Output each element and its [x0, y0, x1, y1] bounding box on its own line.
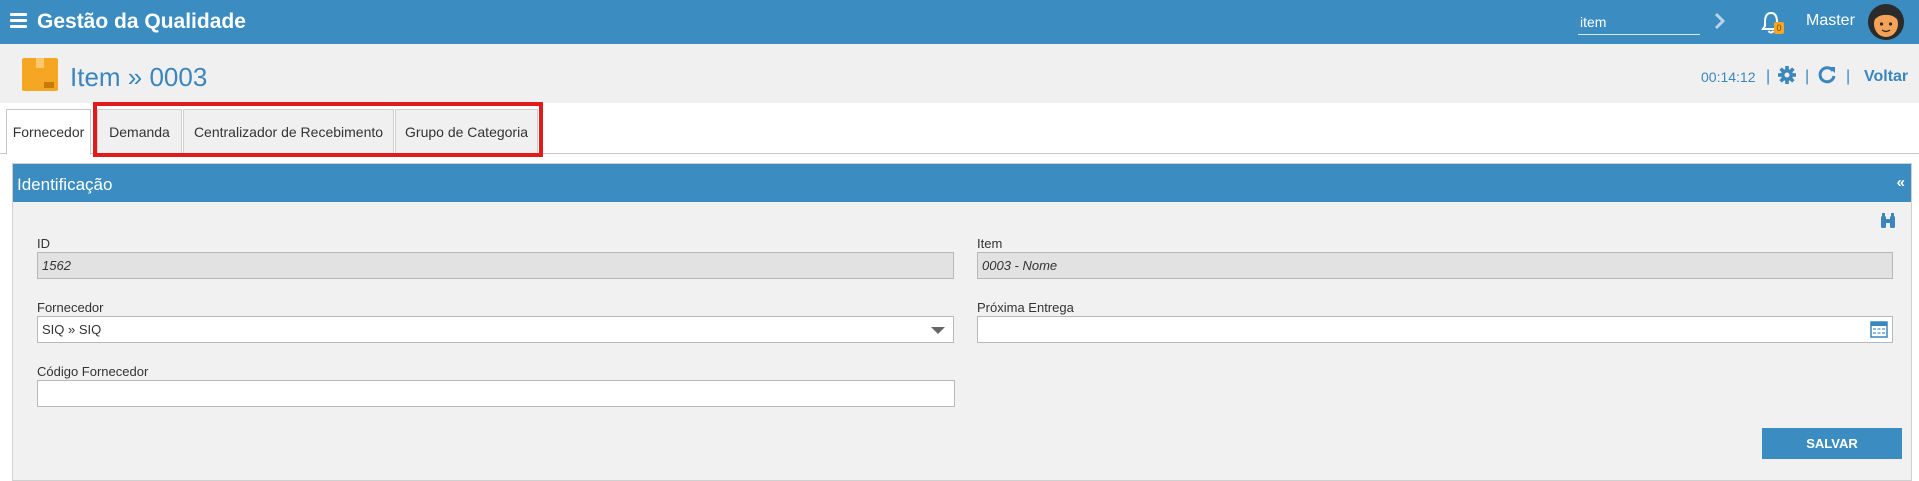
tab-fornecedor[interactable]: Fornecedor	[6, 109, 91, 155]
id-field: 1562	[37, 252, 954, 279]
page-header: Item » 0003 00:14:12 | | | Voltar	[0, 44, 1919, 103]
proxima-entrega-label: Próxima Entrega	[977, 300, 1074, 315]
codigo-fornecedor-input[interactable]	[37, 380, 955, 407]
fornecedor-label: Fornecedor	[37, 300, 104, 315]
calendar-icon[interactable]	[1870, 320, 1888, 338]
box-icon	[22, 56, 58, 92]
page-title: Item » 0003	[70, 62, 208, 92]
id-label: ID	[37, 236, 50, 251]
app-title: Gestão da Qualidade	[37, 10, 246, 33]
binoculars-icon[interactable]	[1879, 212, 1897, 230]
tab-bar: Fornecedor Demanda Centralizador de Rece…	[0, 103, 1919, 155]
notification-badge: 0	[1774, 22, 1784, 34]
panel-title: Identificação	[17, 175, 113, 194]
back-link[interactable]: Voltar	[1864, 68, 1908, 86]
fornecedor-selected-value: SIQ » SIQ	[42, 322, 102, 337]
panel-header: Identificação «	[13, 164, 1911, 202]
refresh-icon[interactable]	[1816, 64, 1838, 86]
collapse-button[interactable]: «	[1897, 174, 1905, 191]
proxima-entrega-field[interactable]	[977, 316, 1893, 343]
session-timer: 00:14:12	[1701, 69, 1756, 85]
divider: |	[1805, 68, 1810, 85]
user-name[interactable]: Master	[1806, 12, 1855, 30]
item-label: Item	[977, 236, 1003, 251]
divider: |	[1846, 68, 1851, 85]
chevron-down-icon	[931, 327, 945, 334]
save-button[interactable]: SALVAR	[1762, 428, 1902, 459]
item-field: 0003 - Nome	[977, 252, 1893, 279]
search-input[interactable]	[1578, 9, 1700, 35]
identificacao-panel: Identificação « ID 1562 Item 0003 - Nome…	[12, 163, 1912, 481]
top-bar: Gestão da Qualidade 0 Master	[0, 0, 1919, 44]
tab-centralizador-de-recebimento[interactable]: Centralizador de Recebimento	[183, 109, 394, 154]
codigo-fornecedor-label: Código Fornecedor	[37, 364, 149, 379]
gear-icon[interactable]	[1776, 64, 1798, 86]
divider: |	[1766, 68, 1771, 85]
fornecedor-select[interactable]: SIQ » SIQ	[37, 316, 954, 343]
hamburger-menu-icon[interactable]	[10, 13, 27, 29]
tab-grupo-de-categoria[interactable]: Grupo de Categoria	[395, 109, 538, 154]
chevron-right-icon[interactable]	[1710, 9, 1730, 33]
tab-demanda[interactable]: Demanda	[97, 109, 182, 154]
avatar[interactable]	[1868, 4, 1904, 40]
